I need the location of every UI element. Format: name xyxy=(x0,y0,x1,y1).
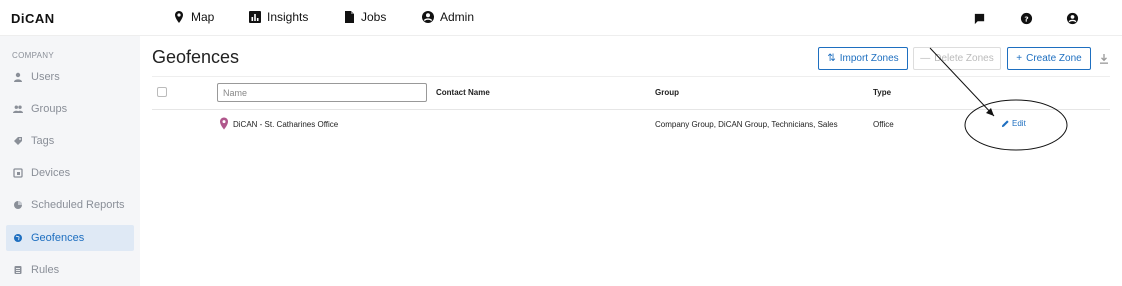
sidebar-item-label: Users xyxy=(31,71,60,83)
top-bar: DiCAN Map Insights Jobs Admin ? xyxy=(0,0,1122,36)
account-icon[interactable] xyxy=(1065,11,1079,25)
account-circle-icon xyxy=(422,11,434,23)
create-zone-label: Create Zone xyxy=(1026,53,1082,64)
sidebar-item-label: Rules xyxy=(31,264,60,276)
nav-insights[interactable]: Insights xyxy=(248,10,308,24)
sidebar-item-users[interactable]: Users xyxy=(6,64,134,90)
nav-insights-label: Insights xyxy=(267,10,309,24)
rules-icon xyxy=(14,266,22,274)
people-icon xyxy=(13,105,23,113)
nav-map[interactable]: Map xyxy=(172,10,214,24)
app-logo[interactable]: DiCAN xyxy=(11,11,55,26)
globe-icon xyxy=(14,234,22,242)
svg-text:?: ? xyxy=(1024,14,1028,23)
sidebar-item-label: Tags xyxy=(31,135,55,147)
sidebar-item-label: Groups xyxy=(31,103,68,115)
name-filter-input[interactable] xyxy=(217,83,427,102)
edit-label: Edit xyxy=(1012,119,1026,128)
import-export-icon: ⇅ xyxy=(827,53,836,64)
sidebar-item-label: Devices xyxy=(31,167,71,179)
delete-zones-button[interactable]: — Delete Zones xyxy=(913,47,1001,70)
nav-admin-label: Admin xyxy=(440,10,475,24)
nav-admin[interactable]: Admin xyxy=(421,10,474,24)
import-zones-label: Import Zones xyxy=(839,53,899,64)
person-icon xyxy=(14,72,22,82)
page-title: Geofences xyxy=(152,47,240,67)
sidebar-item-geofences[interactable]: Geofences xyxy=(6,225,134,251)
sidebar-item-label: Geofences xyxy=(31,232,85,244)
column-header-type[interactable]: Type xyxy=(873,88,891,97)
sidebar-item-groups[interactable]: Groups xyxy=(6,96,134,122)
sidebar: COMPANY Users Groups Tags Devices Schedu… xyxy=(0,36,140,286)
row-type: Office xyxy=(873,120,894,129)
chart-icon xyxy=(249,11,261,23)
geofence-pin-icon xyxy=(220,117,228,130)
row-group: Company Group, DiCAN Group, Technicians,… xyxy=(655,120,838,129)
column-header-group[interactable]: Group xyxy=(655,88,679,97)
sidebar-item-tags[interactable]: Tags xyxy=(6,128,134,154)
download-icon[interactable] xyxy=(1098,52,1110,64)
sidebar-item-devices[interactable]: Devices xyxy=(6,160,134,186)
select-all-checkbox[interactable] xyxy=(157,87,167,97)
tag-icon xyxy=(14,137,22,145)
help-icon[interactable]: ? xyxy=(1019,11,1033,25)
edit-button[interactable]: Edit xyxy=(1001,119,1026,128)
sidebar-item-label: Scheduled Reports xyxy=(31,199,125,211)
delete-zones-label: Delete Zones xyxy=(934,53,994,64)
annotation-overlay xyxy=(929,47,1068,151)
pencil-icon xyxy=(1001,120,1009,128)
sidebar-section-label: COMPANY xyxy=(12,51,54,60)
column-header-contact[interactable]: Contact Name xyxy=(436,88,490,97)
sidebar-item-rules[interactable]: Rules xyxy=(6,257,134,283)
pie-icon xyxy=(14,201,22,209)
minus-icon: — xyxy=(920,53,931,64)
device-icon xyxy=(13,168,23,178)
create-zone-button[interactable]: + Create Zone xyxy=(1007,47,1091,70)
document-icon xyxy=(345,11,354,23)
nav-jobs[interactable]: Jobs xyxy=(342,10,386,24)
chat-icon[interactable] xyxy=(972,11,986,25)
nav-map-label: Map xyxy=(191,10,215,24)
sidebar-item-scheduled-reports[interactable]: Scheduled Reports xyxy=(6,192,134,218)
row-name[interactable]: DiCAN - St. Catharines Office xyxy=(233,120,338,129)
nav-jobs-label: Jobs xyxy=(361,10,387,24)
import-zones-button[interactable]: ⇅ Import Zones xyxy=(818,47,908,70)
plus-icon: + xyxy=(1016,53,1023,64)
map-pin-icon xyxy=(175,11,183,23)
